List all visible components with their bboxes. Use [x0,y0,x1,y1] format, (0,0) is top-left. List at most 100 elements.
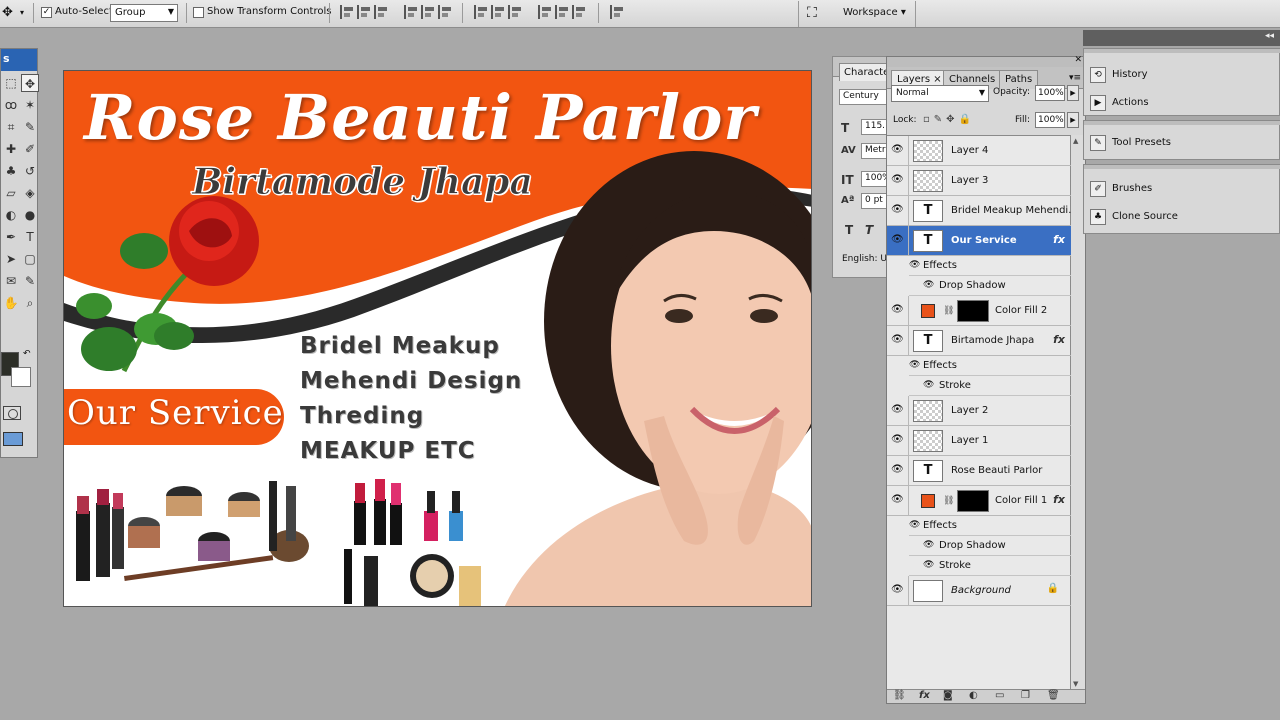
eye-icon[interactable]: 👁 [923,280,934,290]
panel-menu-icon[interactable]: ▾≡ [1069,73,1081,83]
drop-shadow-effect-row[interactable]: 👁 Drop Shadow [909,536,1071,556]
eyedropper-tool-icon[interactable]: ✎ [21,118,39,136]
dodge-tool-icon[interactable]: ● [21,206,39,224]
distribute-left-icon[interactable] [538,5,552,19]
layer-row[interactable]: 👁 T Birtamode Jhapa fx [887,326,1071,356]
align-bottom-icon[interactable] [374,5,388,19]
eye-icon[interactable]: 👁 [923,560,934,570]
eye-icon[interactable]: 👁 [891,494,904,505]
eye-icon[interactable]: 👁 [891,434,904,445]
eyedropper-tool-icon[interactable]: ✎ [21,272,39,290]
fx-icon[interactable]: fx [1053,493,1065,506]
blur-tool-icon[interactable]: ◐ [2,206,20,224]
fill-input[interactable]: 100% [1035,112,1065,128]
marquee-tool-icon[interactable]: ⬚ [2,74,20,92]
stroke-effect-row[interactable]: 👁 Stroke [909,556,1071,576]
type-tool-icon[interactable]: T [21,228,39,246]
pen-tool-icon[interactable]: ✒ [2,228,20,246]
crop-tool-icon[interactable]: ⌗ [2,118,20,136]
font-family-field[interactable]: Century [839,89,887,105]
close-tab-icon[interactable]: × [933,74,941,85]
screen-mode-icon[interactable] [3,432,23,446]
lasso-tool-icon[interactable]: ꝏ [2,96,20,114]
eye-icon[interactable]: 👁 [909,260,920,270]
faux-italic-icon[interactable]: T [865,223,873,237]
layer-row-selected[interactable]: 👁 T Our Service fx [887,226,1071,256]
clone-stamp-tool-icon[interactable]: ♣ [2,162,20,180]
scroll-up-icon[interactable]: ▲ [1073,137,1078,145]
opacity-slider-arrow[interactable]: ▶ [1067,85,1079,101]
layer-row[interactable]: 👁 Layer 1 [887,426,1071,456]
distribute-hcenter-icon[interactable] [555,5,569,19]
tab-character[interactable]: Characte [839,63,887,81]
bridge-icon[interactable]: ⛶ [807,5,817,21]
lock-options-icons[interactable]: ▫✎✥🔒 [923,114,975,125]
move-tool-icon[interactable]: ✥ [21,74,39,92]
workspace-menu[interactable]: ⛶ Workspace ▾ [798,1,916,27]
layer-row[interactable]: 👁 ⛓ Color Fill 2 [887,296,1071,326]
distribute-right-icon[interactable] [572,5,586,19]
actions-panel-button[interactable]: ▶ Actions [1086,91,1278,115]
history-brush-tool-icon[interactable]: ↺ [21,162,39,180]
distribute-top-icon[interactable] [474,5,488,19]
delete-layer-icon[interactable]: 🗑 [1047,690,1060,701]
eye-icon[interactable]: 👁 [923,380,934,390]
eye-icon[interactable]: 👁 [891,404,904,415]
eraser-tool-icon[interactable]: ▱ [2,184,20,202]
effects-row[interactable]: 👁 Effects [909,516,1071,536]
paint-bucket-tool-icon[interactable]: ◈ [21,184,39,202]
fx-icon[interactable]: fx [1053,333,1065,346]
new-group-icon[interactable]: ▭ [995,690,1004,701]
auto-align-layers-icon[interactable] [610,5,624,19]
swap-colors-icon[interactable]: ↶ [23,349,31,359]
history-panel-button[interactable]: ⟲ History [1086,63,1278,87]
show-transform-checkbox[interactable] [193,7,204,18]
link-layers-icon[interactable]: ⛓ [893,690,906,701]
add-mask-icon[interactable]: ◙ [943,690,953,701]
layer-row[interactable]: 👁 Background 🔒 [887,576,1071,606]
eye-icon[interactable]: 👁 [909,520,920,530]
path-selection-tool-icon[interactable]: ➤ [2,250,20,268]
fill-slider-arrow[interactable]: ▶ [1067,112,1079,128]
vertical-scale-field[interactable]: 100% [861,171,887,187]
eye-icon[interactable]: 👁 [891,144,904,155]
align-horizontal-center-icon[interactable] [421,5,435,19]
shape-tool-icon[interactable]: ▢ [21,250,39,268]
kerning-field[interactable]: Metr [861,143,887,159]
layer-row[interactable]: 👁 Layer 2 [887,396,1071,426]
align-vertical-center-icon[interactable] [357,5,371,19]
panel-grip[interactable] [1084,49,1280,53]
document-canvas[interactable]: Rose Beauti Parlor Birtamode Jhapa Our S… [63,70,812,607]
quick-mask-icon[interactable] [3,406,21,420]
close-panel-icon[interactable]: ✕ [1074,55,1082,65]
eye-icon[interactable]: 👁 [891,204,904,215]
notes-tool-icon[interactable]: ✉ [2,272,20,290]
eye-icon[interactable]: 👁 [909,360,920,370]
add-layer-style-icon[interactable]: fx [919,690,930,701]
layer-row[interactable]: 👁 ⛓ Color Fill 1 fx [887,486,1071,516]
tool-presets-panel-button[interactable]: ✎ Tool Presets [1086,131,1278,155]
opacity-input[interactable]: 100% [1035,85,1065,101]
auto-select-dropdown[interactable]: Group ▼ [110,4,178,22]
eye-icon[interactable]: 👁 [891,464,904,475]
align-top-icon[interactable] [340,5,354,19]
auto-select-checkbox[interactable]: ✓ [41,7,52,18]
brushes-panel-button[interactable]: ✐ Brushes [1086,177,1278,201]
scroll-down-icon[interactable]: ▼ [1073,680,1078,688]
eye-icon[interactable]: 👁 [891,234,904,245]
expand-panels-icon[interactable]: ◂◂ [1265,31,1274,41]
layer-row[interactable]: 👁 T Rose Beauti Parlor [887,456,1071,486]
eye-icon[interactable]: 👁 [891,584,904,595]
language-field[interactable]: English: U [839,253,887,269]
eye-icon[interactable]: 👁 [891,334,904,345]
eye-icon[interactable]: 👁 [891,174,904,185]
hand-tool-icon[interactable]: ✋ [2,294,20,312]
eye-icon[interactable]: 👁 [923,540,934,550]
layer-row[interactable]: 👁 Layer 4 [887,136,1071,166]
link-icon[interactable]: ⛓ [943,496,954,506]
distribute-bottom-icon[interactable] [508,5,522,19]
blend-mode-dropdown[interactable]: Normal ▼ [891,85,989,102]
link-icon[interactable]: ⛓ [943,306,954,316]
layer-row[interactable]: 👁 Layer 3 [887,166,1071,196]
adjustment-layer-icon[interactable]: ◐ [969,690,978,701]
